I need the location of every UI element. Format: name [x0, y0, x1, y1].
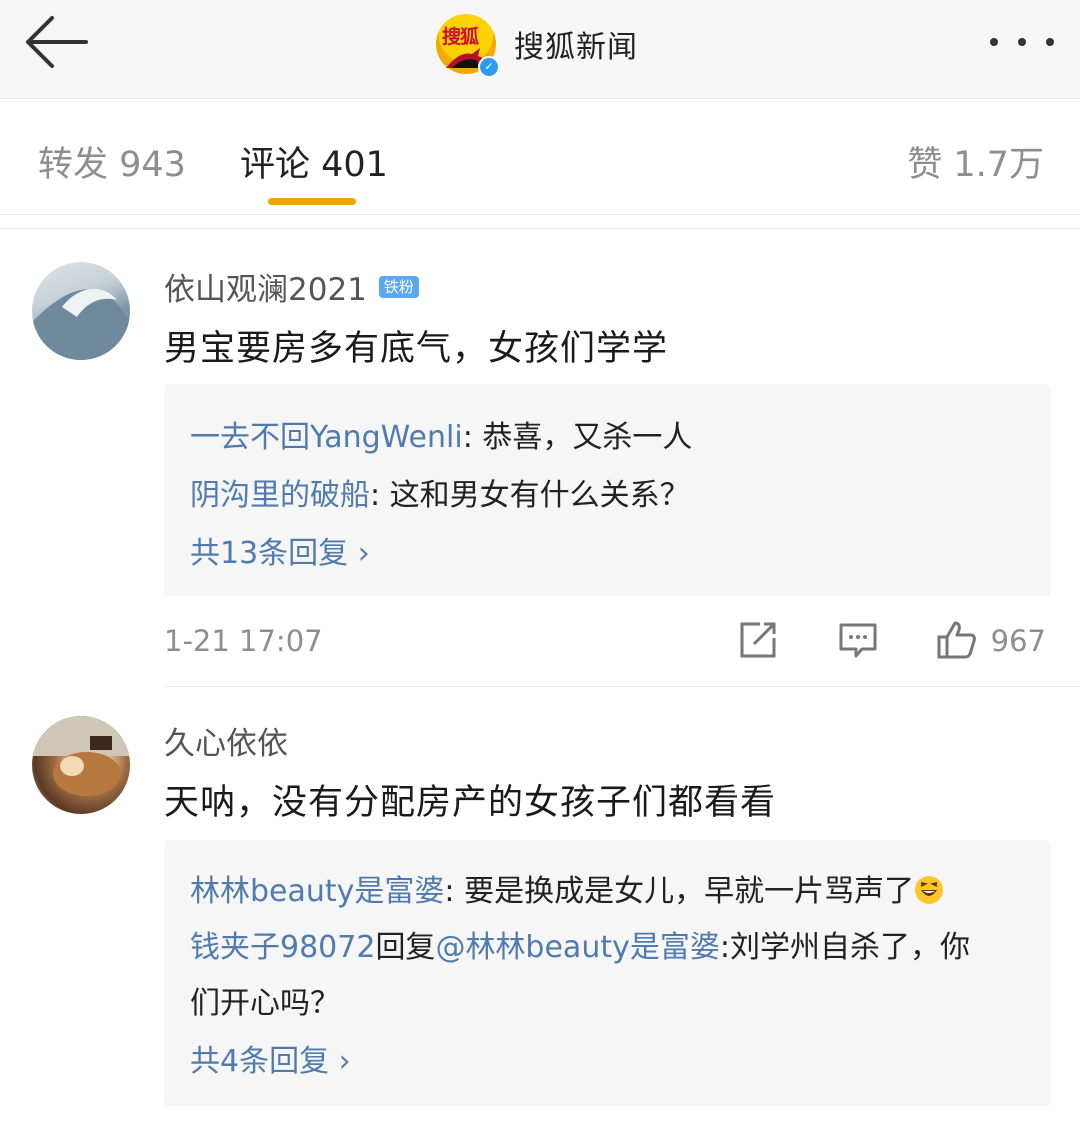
reply-box[interactable]: 林林beauty是富婆: 要是换成是女儿，早就一片骂声了 钱夹子98072回复@… [164, 840, 1050, 1106]
tab-repost[interactable]: 转发 943 [38, 136, 186, 187]
comment-divider [164, 686, 1080, 687]
laughing-emoji-icon [915, 876, 944, 904]
reply-username[interactable]: 钱夹子98072 [190, 930, 375, 965]
reply-line-continued: 们开心吗？ [190, 978, 340, 1022]
username-text[interactable]: 久心依依 [164, 718, 288, 763]
comment-item: 久心依依 天呐，没有分配房产的女孩子们都看看 林林beauty是富婆: 要是换成… [0, 716, 1080, 1116]
more-replies-link[interactable]: 共4条回复 › [190, 1036, 351, 1080]
account-name[interactable]: 搜狐新闻 [514, 22, 638, 66]
reply-action: 回复 [375, 930, 436, 965]
comment-username[interactable]: 久心依依 [164, 718, 288, 763]
avatar-image [32, 288, 130, 360]
sohu-logo: 搜狐 ✓ [436, 14, 500, 78]
reply-username[interactable]: 一去不回YangWenli [190, 420, 463, 455]
section-divider [0, 228, 1080, 229]
timestamp: 1-21 17:07 [164, 624, 323, 658]
top-bar: 搜狐 ✓ 搜狐新闻 [0, 0, 1080, 99]
comment-icon[interactable] [838, 620, 878, 660]
avatar-image [32, 716, 130, 796]
more-dots-icon[interactable] [990, 30, 1054, 54]
avatar[interactable] [32, 262, 130, 360]
reply-text: : 要是换成是女儿，早就一片骂声了 [444, 874, 915, 909]
fan-badge: 铁粉 [378, 275, 419, 298]
back-arrow-icon[interactable] [22, 14, 92, 70]
comment-meta: 1-21 17:07 967 [0, 614, 1080, 674]
reply-box[interactable]: 一去不回YangWenli: 恭喜，又杀一人 阴沟里的破船: 这和男女有什么关系… [164, 384, 1050, 596]
reply-username[interactable]: 阴沟里的破船 [190, 478, 370, 513]
reply-line: 林林beauty是富婆: 要是换成是女儿，早就一片骂声了 [190, 866, 944, 910]
reply-line: 钱夹子98072回复@林林beauty是富婆:刘学州自杀了，你 [190, 922, 970, 966]
more-replies-link[interactable]: 共13条回复 › [190, 528, 370, 572]
reply-text: :刘学州自杀了，你 [719, 930, 970, 965]
thumbs-up-icon[interactable] [936, 620, 976, 660]
avatar[interactable] [32, 716, 130, 814]
reply-line: 一去不回YangWenli: 恭喜，又杀一人 [190, 412, 692, 456]
reply-username[interactable]: 林林beauty是富婆 [190, 874, 444, 909]
repost-icon[interactable] [738, 620, 778, 660]
reply-text: : 这和男女有什么关系？ [370, 478, 690, 513]
comment-text: 天呐，没有分配房产的女孩子们都看看 [164, 783, 777, 823]
tab-likes[interactable]: 赞 1.7万 [907, 136, 1044, 187]
comment-text: 男宝要房多有底气，女孩们学学 [164, 329, 669, 369]
reply-line: 阴沟里的破船: 这和男女有什么关系？ [190, 470, 690, 514]
account-header[interactable]: 搜狐 ✓ 搜狐新闻 [436, 12, 638, 78]
active-tab-indicator [268, 198, 356, 205]
tab-comments[interactable]: 评论 401 [240, 136, 388, 187]
verified-icon: ✓ [478, 56, 500, 78]
username-text[interactable]: 依山观澜2021 [164, 264, 367, 309]
like-count: 967 [990, 624, 1046, 658]
comment-username[interactable]: 依山观澜2021 铁粉 [164, 264, 419, 309]
reply-mention[interactable]: @林林beauty是富婆 [435, 930, 719, 965]
comment-item: 依山观澜2021 铁粉 男宝要房多有底气，女孩们学学 一去不回YangWenli… [0, 262, 1080, 687]
reply-text: 们开心吗？ [190, 986, 340, 1021]
logo-text: 搜狐 [442, 26, 479, 48]
tab-bar: 转发 943 评论 401 赞 1.7万 [0, 98, 1080, 215]
reply-text: : 恭喜，又杀一人 [462, 420, 693, 455]
